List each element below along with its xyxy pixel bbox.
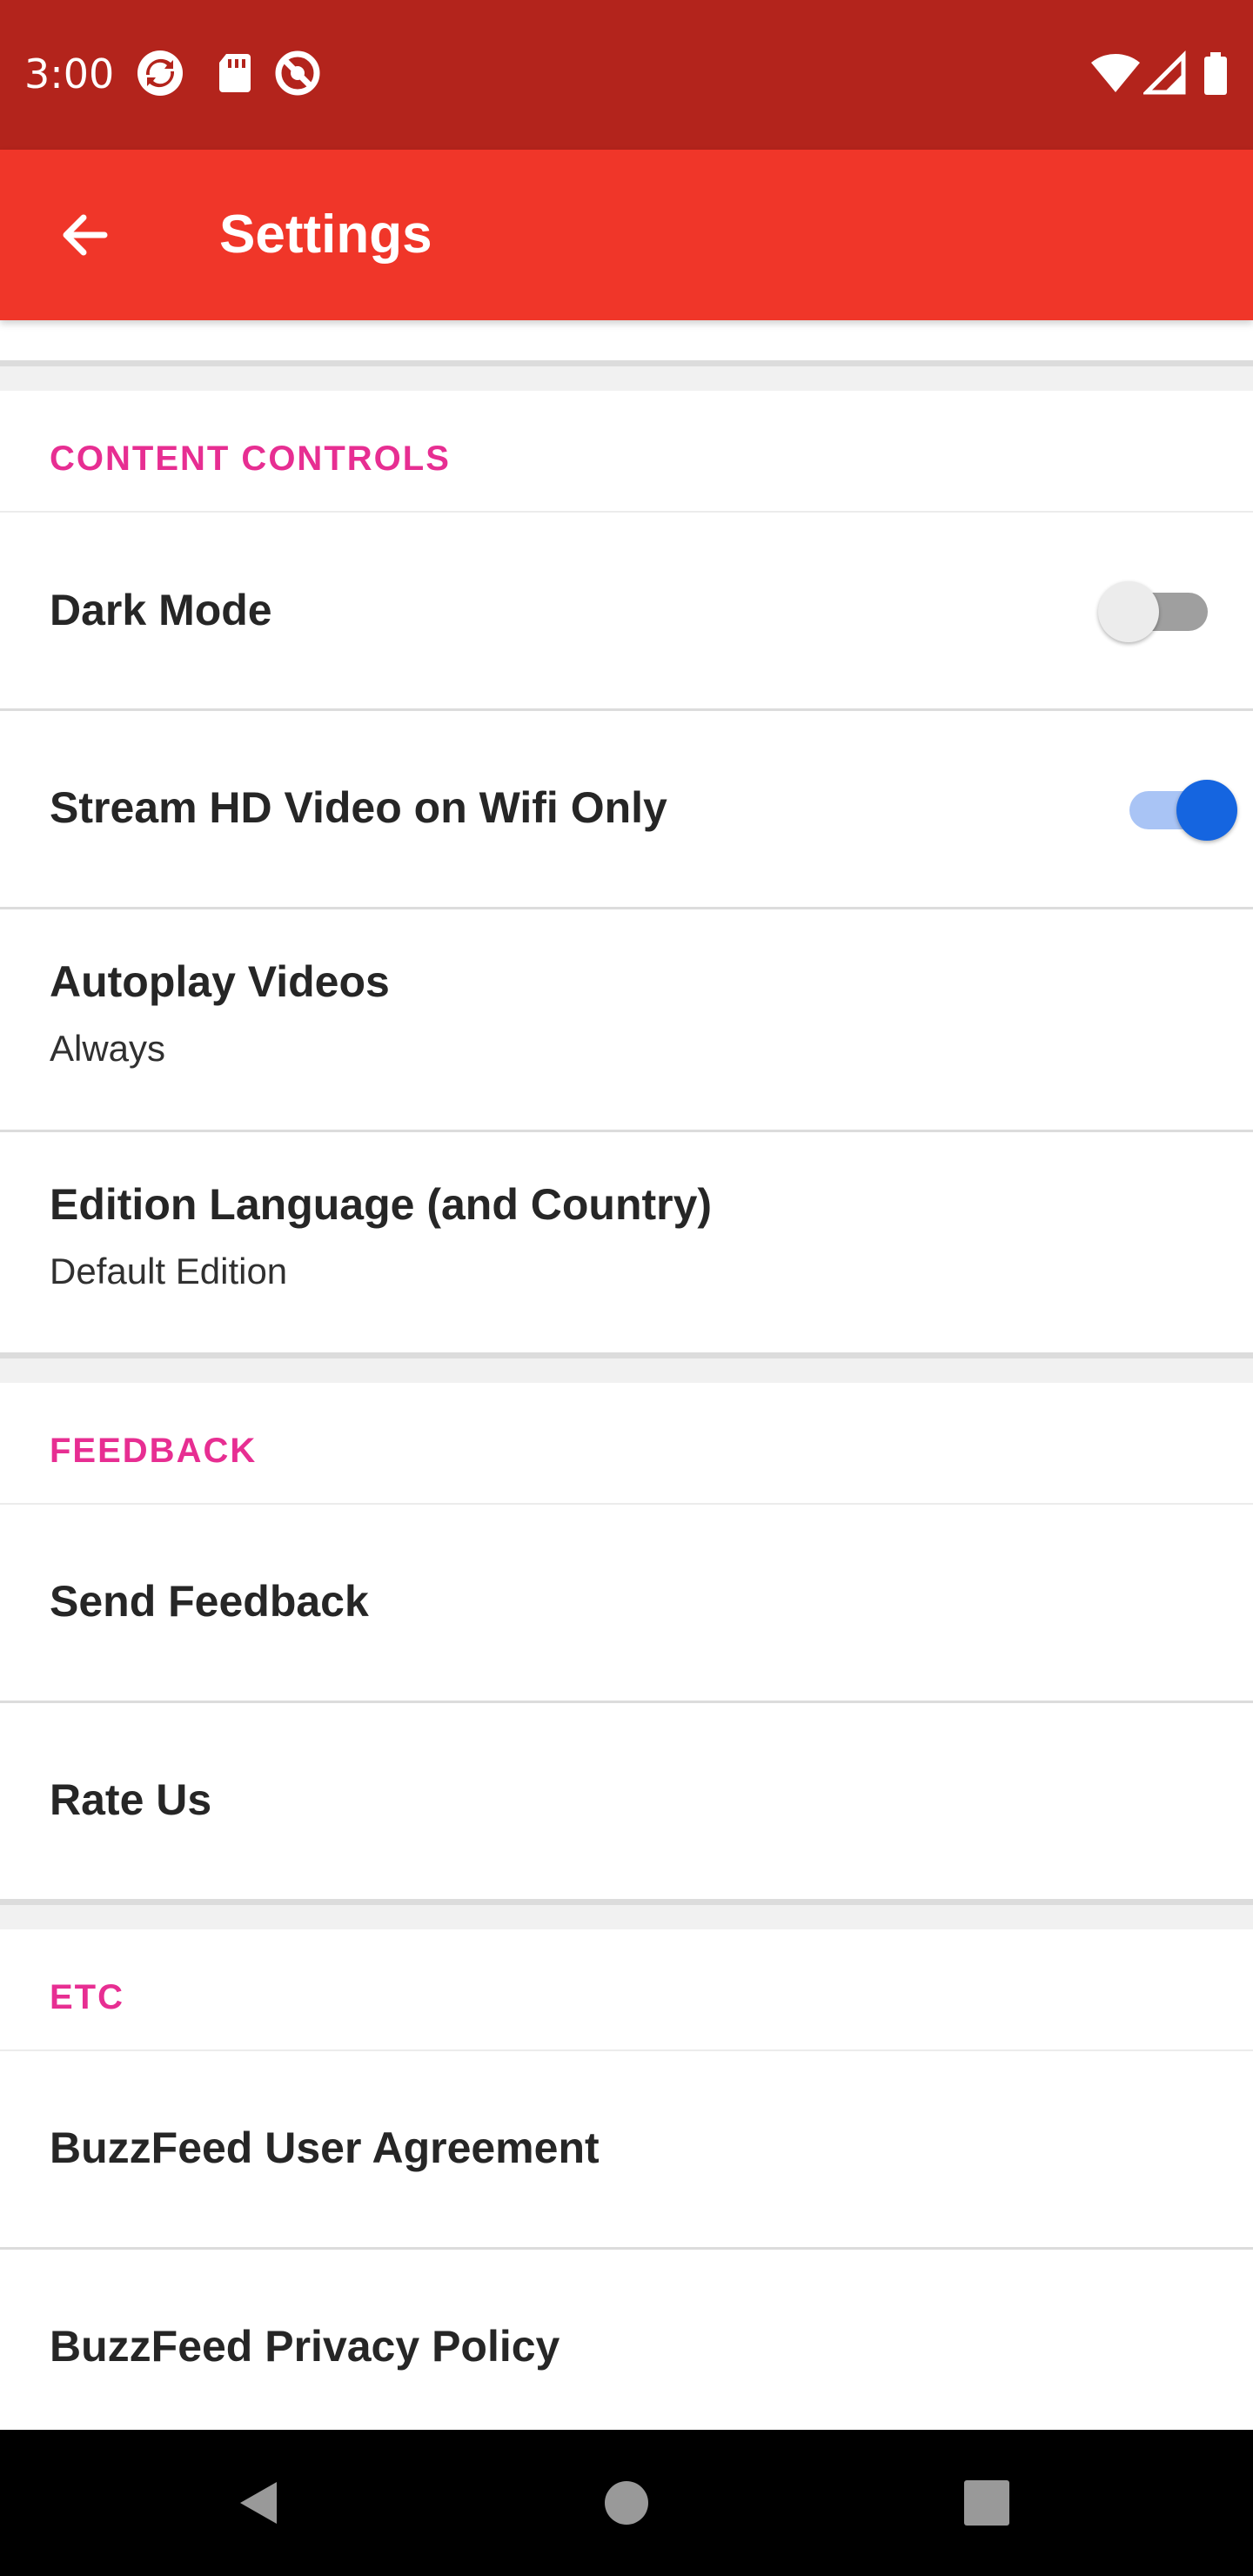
arrow-back-icon [63, 214, 108, 256]
section-title: ETC [50, 1978, 124, 2016]
section-title: FEEDBACK [50, 1432, 258, 1470]
setting-privacy-policy[interactable]: BuzzFeed Privacy Policy [0, 2250, 1253, 2430]
section-divider [0, 1902, 1253, 1929]
setting-value: Always [50, 1028, 166, 1069]
setting-label: Stream HD Video on Wifi Only [50, 783, 667, 832]
navigation-bar [0, 2430, 1253, 2576]
setting-dark-mode[interactable]: Dark Mode [0, 513, 1253, 711]
toggle-thumb [1176, 780, 1237, 841]
setting-label: BuzzFeed Privacy Policy [50, 2322, 560, 2371]
setting-user-agreement[interactable]: BuzzFeed User Agreement [0, 2051, 1253, 2250]
back-button[interactable] [49, 198, 122, 272]
setting-label: Edition Language (and Country) [50, 1180, 713, 1229]
nav-back-button[interactable] [224, 2466, 298, 2539]
section-header-etc: ETC [0, 1929, 1253, 2051]
wifi-icon [1089, 49, 1142, 97]
section-divider [0, 1355, 1253, 1383]
nav-home-button[interactable] [590, 2466, 663, 2539]
status-bar: 3:00 [0, 0, 1253, 150]
recents-square-icon [964, 2480, 1009, 2526]
do-not-disturb-icon [273, 49, 322, 97]
status-time: 3:00 [24, 50, 115, 97]
page-title: Settings [219, 205, 432, 265]
back-triangle-icon [240, 2482, 277, 2524]
section-header-feedback: FEEDBACK [0, 1383, 1253, 1505]
setting-label: Send Feedback [50, 1577, 369, 1626]
section-divider [0, 363, 1253, 391]
signal-icon [1141, 49, 1187, 97]
setting-send-feedback[interactable]: Send Feedback [0, 1505, 1253, 1703]
setting-stream-hd[interactable]: Stream HD Video on Wifi Only [0, 711, 1253, 909]
sync-icon [136, 49, 184, 97]
setting-label: Autoplay Videos [50, 957, 390, 1006]
home-circle-icon [605, 2481, 648, 2525]
setting-value: Default Edition [50, 1251, 288, 1291]
app-bar: Settings [0, 150, 1253, 320]
setting-edition-language[interactable]: Edition Language (and Country) Default E… [0, 1132, 1253, 1355]
setting-rate-us[interactable]: Rate Us [0, 1703, 1253, 1902]
setting-label: Dark Mode [50, 586, 272, 634]
section-title: CONTENT CONTROLS [50, 439, 451, 478]
nav-recents-button[interactable] [950, 2466, 1023, 2539]
setting-label: Rate Us [50, 1775, 212, 1824]
dark-mode-toggle[interactable] [1098, 574, 1220, 647]
settings-list[interactable]: CONTENT CONTROLS Dark Mode Stream HD Vid… [0, 320, 1253, 2430]
setting-autoplay-videos[interactable]: Autoplay Videos Always [0, 909, 1253, 1132]
list-item-partial [0, 320, 1253, 363]
toggle-thumb [1098, 581, 1159, 642]
section-header-content-controls: CONTENT CONTROLS [0, 391, 1253, 513]
stream-hd-toggle[interactable] [1117, 772, 1239, 845]
battery-icon [1201, 49, 1230, 97]
sd-card-icon [211, 49, 259, 97]
setting-label: BuzzFeed User Agreement [50, 2123, 600, 2172]
